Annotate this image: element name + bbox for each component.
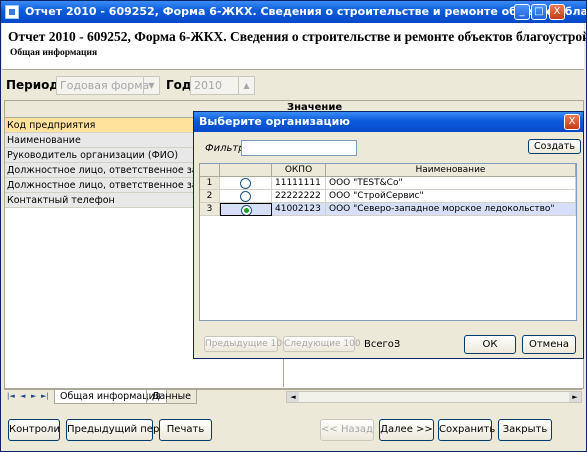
chevron-down-icon[interactable]: ▼ [143,77,159,94]
year-label: Год [166,78,192,92]
corner-header [200,164,220,177]
maximize-button[interactable]: □ [531,4,547,20]
horizontal-scrollbar[interactable]: ◄ ► [286,391,582,403]
year-value: 2010 [194,79,222,92]
print-button[interactable]: Печать [159,419,212,441]
name-column-header: Наименование [326,164,576,177]
scroll-right-icon[interactable]: ► [569,392,581,402]
scroll-left-icon[interactable]: ◄ [287,392,299,402]
radio-button-selected[interactable] [220,203,272,216]
name-cell: ООО "TEST&Co" [326,177,576,190]
close-button[interactable]: Закрыть [498,419,552,441]
okpo-cell: 41002123 [272,203,326,216]
period-label: Период [6,78,60,92]
okpo-cell: 11111111 [272,177,326,190]
window-title: Отчет 2010 - 609252, Форма 6-ЖКХ. Сведен… [25,5,587,18]
period-select[interactable]: Годовая форма ▼ [56,76,160,95]
save-button[interactable]: Сохранить [438,419,495,441]
first-sheet-icon[interactable]: |◄ [7,392,15,400]
controls-button[interactable]: Контроли [8,419,60,441]
spinner-arrows-icon[interactable]: ▲ [238,77,254,94]
minimize-button[interactable]: _ [514,4,530,20]
last-sheet-icon[interactable]: ►| [41,392,49,400]
okpo-column-header: ОКПО [272,164,326,177]
dialog-title-bar: Выберите организацию X [194,112,583,132]
next-sheet-icon[interactable]: ► [31,392,36,400]
year-spinner[interactable]: 2010 ▲ [190,76,255,95]
title-bar: Отчет 2010 - 609252, Форма 6-ЖКХ. Сведен… [1,1,586,23]
radio-icon[interactable] [240,178,251,189]
total-value: 3 [394,339,401,350]
next-button[interactable]: Далее >> [379,419,434,441]
prev-sheet-icon[interactable]: ◄ [20,392,25,400]
sheet-tab-bar: |◄ ◄ ► ►| Общая информация Данные ◄ ► [4,389,582,404]
prev-period-button[interactable]: Предыдущий период [66,419,179,441]
okpo-cell: 22222222 [272,190,326,203]
select-column-header [220,164,272,177]
cancel-button[interactable]: Отмена [522,335,576,354]
period-value: Годовая форма [60,79,150,92]
name-cell: ООО "СтройСервис" [326,190,576,203]
filter-label: Фильтр [205,143,245,154]
back-button[interactable]: << Назад [320,419,374,441]
radio-icon[interactable] [240,191,251,202]
row-number: 2 [200,190,220,203]
filter-input[interactable] [241,140,357,156]
row-number: 3 [200,203,220,216]
close-window-button[interactable]: X [549,4,565,20]
report-title: Отчет 2010 - 609252, Форма 6-ЖКХ. Сведен… [8,29,587,44]
radio-button[interactable] [220,177,272,190]
radio-button[interactable] [220,190,272,203]
ok-button[interactable]: ОК [464,335,516,354]
app-icon [5,5,19,19]
organizations-table: ОКПО Наименование 1 11111111 ООО "TEST&C… [199,163,577,321]
create-button[interactable]: Создать [528,139,581,154]
dialog-title: Выберите организацию [199,115,350,128]
radio-selected-icon[interactable] [240,205,252,215]
report-header: Отчет 2010 - 609252, Форма 6-ЖКХ. Сведен… [2,23,587,70]
tab-data[interactable]: Данные [146,390,198,404]
select-organization-dialog: Выберите организацию X Фильтр Создать ОК… [193,111,584,359]
dialog-close-icon[interactable]: X [564,114,580,130]
row-number: 1 [200,177,220,190]
prev-100-button[interactable]: Предыдущие 100 [204,336,288,352]
total-label: Всего: [364,339,398,350]
report-subtitle: Общая информация [10,48,98,58]
next-100-button[interactable]: Следующие 100 [283,336,361,352]
name-cell: ООО "Северо-западное морское ледокольств… [326,203,576,216]
